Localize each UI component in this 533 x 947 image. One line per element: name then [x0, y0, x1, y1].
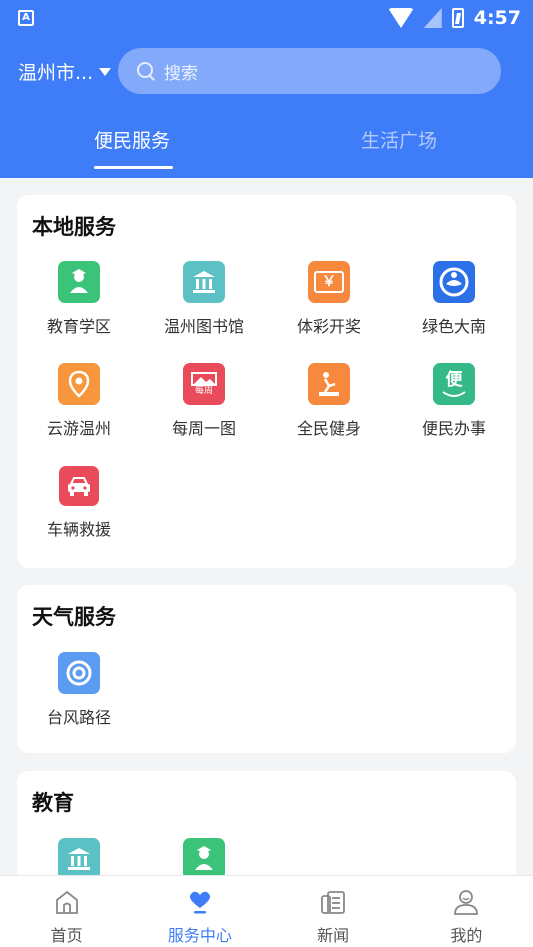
service-label: 云游温州 [46, 419, 111, 438]
location-pin-icon [58, 363, 100, 405]
service-label: 绿色大南 [421, 317, 486, 336]
service-label: 全民健身 [296, 419, 361, 438]
service-national-fitness[interactable]: 全民健身 [267, 363, 391, 439]
weekly-picture-glyph: 每周 [194, 385, 213, 396]
service-label: 体彩开奖 [296, 317, 361, 336]
service-label: 温州图书馆 [163, 317, 244, 336]
news-icon [321, 891, 346, 914]
service-label: 每周一图 [171, 419, 236, 438]
section-title: 本地服务 [32, 215, 116, 239]
service-typhoon-path[interactable]: 台风路径 [17, 652, 141, 728]
local-services-card: 本地服务 教育学区 温州图书馆 ￥ 体彩开奖 绿色大南 云游温州 每周 每周一图… [17, 195, 516, 568]
nav-label: 我的 [450, 926, 483, 945]
nav-label: 新闻 [317, 926, 350, 945]
service-label: 教育学区 [46, 317, 111, 336]
fitness-icon [308, 363, 350, 405]
education-icon [58, 261, 100, 303]
lottery-ticket-glyph: ￥ [314, 271, 344, 293]
active-tab-indicator [94, 166, 173, 169]
profile-icon [454, 890, 479, 915]
dongnan-logo-icon [433, 261, 475, 303]
service-green-dongnan[interactable]: 绿色大南 [392, 261, 516, 337]
nav-home[interactable]: 首页 [0, 876, 133, 947]
nav-service-center[interactable]: 服务中心 [133, 876, 266, 947]
no-signal-icon [423, 8, 442, 28]
nav-news[interactable]: 新闻 [267, 876, 400, 947]
tab-convenience-services[interactable]: 便民服务 [94, 126, 170, 153]
service-vehicle-rescue[interactable]: 车辆救援 [17, 466, 141, 540]
nav-label: 首页 [50, 926, 83, 945]
weather-services-card: 天气服务 台风路径 [17, 585, 516, 753]
library-icon [58, 838, 100, 880]
weekly-picture-icon: 每周 [183, 363, 225, 405]
service-lottery-results[interactable]: ￥ 体彩开奖 [267, 261, 391, 337]
search-placeholder: 搜索 [164, 63, 198, 84]
section-title: 天气服务 [32, 605, 116, 629]
service-cloud-tour-wenzhou[interactable]: 云游温州 [17, 363, 141, 439]
service-label: 台风路径 [46, 708, 111, 727]
status-indicators: 4:57 [387, 4, 521, 32]
library-icon [183, 261, 225, 303]
service-wenzhou-library[interactable]: 温州图书馆 [142, 261, 266, 337]
nav-profile[interactable]: 我的 [400, 876, 533, 947]
service-convenience-affairs[interactable]: 便 便民办事 [392, 363, 516, 439]
city-label: 温州市... [18, 62, 94, 84]
convenience-icon: 便 [433, 363, 475, 405]
wifi-icon [387, 8, 414, 28]
search-bar[interactable]: 搜索 [118, 48, 501, 94]
city-selector[interactable]: 温州市... [18, 58, 112, 85]
service-heart-icon [189, 891, 210, 914]
app-notification-icon: A [18, 10, 34, 26]
lottery-icon: ￥ [308, 261, 350, 303]
service-label: 车辆救援 [46, 520, 111, 539]
section-title: 教育 [32, 791, 74, 815]
search-icon [136, 61, 156, 81]
nav-label: 服务中心 [167, 926, 232, 945]
service-education-district[interactable]: 教育学区 [17, 261, 141, 337]
education-item-library[interactable] [17, 838, 141, 880]
status-bar: A 4:57 [0, 0, 533, 36]
bottom-navigation: 首页 服务中心 新闻 我的 [0, 875, 533, 947]
service-label: 便民办事 [421, 419, 486, 438]
tab-life-plaza[interactable]: 生活广场 [361, 126, 437, 153]
status-time: 4:57 [473, 7, 521, 29]
car-rescue-icon [59, 466, 99, 506]
convenience-glyph: 便 [445, 370, 463, 390]
education-icon [183, 838, 225, 880]
typhoon-icon [58, 652, 100, 694]
service-weekly-picture[interactable]: 每周 每周一图 [142, 363, 266, 439]
education-item-district[interactable] [142, 838, 266, 880]
chevron-down-icon [99, 67, 112, 76]
home-icon [55, 890, 78, 914]
battery-charging-icon [451, 8, 464, 28]
header: A 4:57 温州市... 搜索 便民服务 生活广场 [0, 0, 533, 178]
